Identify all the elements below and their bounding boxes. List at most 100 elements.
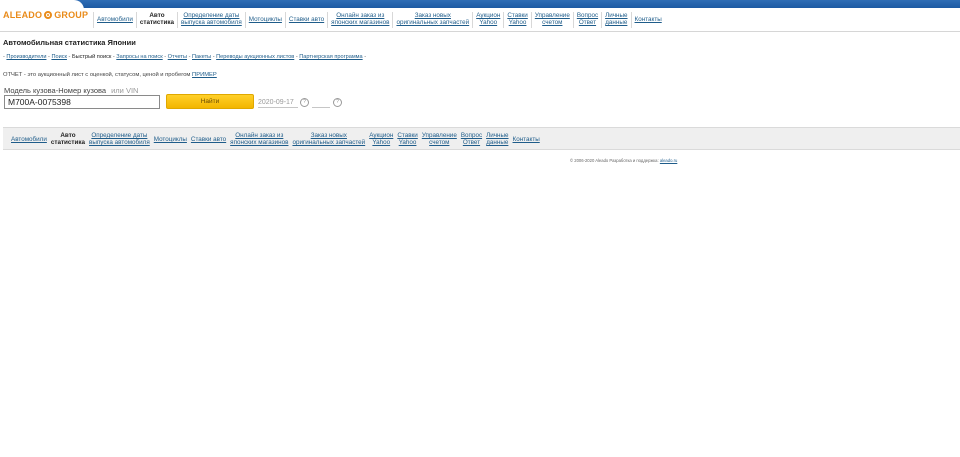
nav-item-japan-shops[interactable]: Онлайн заказ из японских магазинов xyxy=(329,12,391,26)
nav-item-label: Заказ новых xyxy=(414,12,451,19)
nav-separator xyxy=(135,12,137,28)
bottom-nav-contacts[interactable]: Контакты xyxy=(511,132,542,143)
date-field-secondary[interactable] xyxy=(312,98,330,108)
nav-item-label: данные xyxy=(605,19,628,26)
nav-separator xyxy=(177,12,179,28)
breadcrumb-link-search[interactable]: Поиск xyxy=(51,54,67,60)
nav-item-label: статистика xyxy=(50,139,86,146)
nav-item-label: Управление xyxy=(534,12,570,19)
bottom-nav-auto-bids[interactable]: Ставки авто xyxy=(189,132,228,143)
nav-item-label: оригинальных запчастей xyxy=(396,19,470,26)
bottom-nav-items: Автомобили Авто статистика Определение д… xyxy=(9,132,542,146)
nav-item-label: Контакты xyxy=(512,136,540,143)
nav-item-label: данные xyxy=(486,139,509,146)
bottom-nav-yahoo-auction[interactable]: Аукцион Yahoo xyxy=(367,132,395,146)
nav-item-label: Авто xyxy=(60,132,76,139)
nav-item-date-of-manufacture[interactable]: Определение даты выпуска автомобиля xyxy=(179,12,244,26)
bottom-nav-motorcycles[interactable]: Мотоциклы xyxy=(152,132,189,143)
copyright: © 2006-2020 Aleado Разработка и поддержк… xyxy=(570,158,677,163)
search-label-alt: или VIN xyxy=(111,86,139,95)
bottom-nav-date-of-manufacture[interactable]: Определение даты выпуска автомобиля xyxy=(87,132,152,146)
nav-item-new-parts[interactable]: Заказ новых оригинальных запчастей xyxy=(394,12,471,26)
gear-icon xyxy=(44,11,53,19)
nav-item-personal-data[interactable]: Личные данные xyxy=(603,12,629,26)
nav-item-faq[interactable]: Вопрос Ответ xyxy=(575,12,600,26)
nav-item-contacts[interactable]: Контакты xyxy=(633,12,664,23)
nav-separator xyxy=(472,12,474,28)
nav-item-label: выпуска автомобиля xyxy=(181,19,242,26)
nav-item-motorcycles[interactable]: Мотоциклы xyxy=(247,12,284,23)
nav-item-label: японских магазинов xyxy=(331,19,390,26)
nav-item-label: Ставки авто xyxy=(288,16,325,23)
nav-item-label: Ответ xyxy=(578,19,597,26)
nav-separator xyxy=(503,12,505,28)
nav-item-label: Онлайн заказ из xyxy=(235,132,284,139)
copyright-text: © 2006-2020 Aleado Разработка и поддержк… xyxy=(570,158,659,163)
help-icon[interactable]: ? xyxy=(333,98,342,107)
nav-item-label: Yahoo xyxy=(508,19,527,26)
nav-item-label: Заказ новых xyxy=(310,132,347,139)
bottom-nav-automobiles[interactable]: Автомобили xyxy=(9,132,49,143)
nav-item-label: Авто xyxy=(149,12,165,19)
aleado-site-link[interactable]: aleado.ru xyxy=(660,158,677,163)
nav-item-auto-statistics[interactable]: Авто статистика xyxy=(138,12,176,26)
header-blue-stripe xyxy=(0,0,960,8)
nav-separator xyxy=(392,12,394,28)
breadcrumb-link-partner-program[interactable]: Партнерская программа xyxy=(299,54,362,60)
nav-item-label: Личные xyxy=(486,132,509,139)
nav-item-label: Мотоциклы xyxy=(248,16,282,23)
nav-separator xyxy=(530,12,532,28)
report-note-text: ОТЧЕТ - это аукционный лист с оценкой, с… xyxy=(3,72,191,78)
logo-text-left: ALEADO xyxy=(3,10,43,20)
breadcrumb-current-quick-search: Быстрый поиск xyxy=(71,54,112,60)
nav-item-label: Определение даты xyxy=(183,12,240,19)
nav-item-automobiles[interactable]: Автомобили xyxy=(95,12,135,23)
nav-item-label: статистика xyxy=(139,19,175,26)
nav-separator xyxy=(244,12,246,28)
nav-separator xyxy=(630,12,632,28)
nav-item-yahoo-auction[interactable]: Аукцион Yahoo xyxy=(474,12,502,26)
chassis-number-input[interactable]: M700A-0075398 xyxy=(4,95,160,109)
example-link[interactable]: ПРИМЕР xyxy=(192,72,217,78)
nav-item-label: Yahoo xyxy=(479,19,498,26)
report-note: ОТЧЕТ - это аукционный лист с оценкой, с… xyxy=(3,72,217,78)
bottom-nav-auto-statistics[interactable]: Авто статистика xyxy=(49,132,87,146)
breadcrumb-link-packages[interactable]: Пакеты xyxy=(192,54,211,60)
nav-item-label: Определение даты xyxy=(91,132,148,139)
search-field-label: Модель кузова-Номер кузова или VIN xyxy=(4,86,138,95)
nav-item-label: Управление xyxy=(421,132,457,139)
breadcrumb-link-sheet-translations[interactable]: Переводы аукционных листов xyxy=(216,54,294,60)
bottom-nav-new-parts[interactable]: Заказ новых оригинальных запчастей xyxy=(290,132,367,146)
breadcrumb-link-manufacturers[interactable]: Производители xyxy=(6,54,46,60)
bottom-nav-faq[interactable]: Вопрос Ответ xyxy=(459,132,484,146)
bottom-nav-japan-shops[interactable]: Онлайн заказ из японских магазинов xyxy=(228,132,290,146)
nav-separator xyxy=(284,12,286,28)
nav-item-label: Ставки xyxy=(397,132,418,139)
nav-item-label: Аукцион xyxy=(476,12,501,19)
nav-item-label: оригинальных запчастей xyxy=(292,139,366,146)
nav-item-label: Мотоциклы xyxy=(153,136,187,143)
nav-item-label: счетом xyxy=(429,139,450,146)
nav-item-label: Вопрос xyxy=(576,12,599,19)
breadcrumb: - Производители - Поиск - Быстрый поиск … xyxy=(3,54,367,60)
nav-item-account[interactable]: Управление счетом xyxy=(533,12,572,26)
nav-separator xyxy=(327,12,329,28)
aleado-logo[interactable]: ALEADO GROUP xyxy=(3,10,88,20)
nav-item-auto-bids[interactable]: Ставки авто xyxy=(287,12,326,23)
nav-item-yahoo-bids[interactable]: Ставки Yahoo xyxy=(505,12,529,26)
date-field[interactable]: 2020-09-17 xyxy=(258,98,298,108)
breadcrumb-link-search-requests[interactable]: Запросы на поиск xyxy=(116,54,162,60)
nav-item-label: японских магазинов xyxy=(230,139,289,146)
bottom-nav-personal-data[interactable]: Личные данные xyxy=(484,132,510,146)
help-icon[interactable]: ? xyxy=(300,98,309,107)
nav-item-label: Аукцион xyxy=(369,132,394,139)
nav-item-label: Ответ xyxy=(462,139,481,146)
nav-item-label: счетом xyxy=(542,19,563,26)
bottom-nav-yahoo-bids[interactable]: Ставки Yahoo xyxy=(395,132,419,146)
bottom-nav-account[interactable]: Управление счетом xyxy=(420,132,459,146)
nav-item-label: Личные xyxy=(605,12,628,19)
breadcrumb-link-reports[interactable]: Отчеты xyxy=(168,54,187,60)
search-button[interactable]: Найти xyxy=(166,94,254,109)
nav-item-label: Ставки авто xyxy=(190,136,227,143)
nav-item-label: Yahoo xyxy=(372,139,391,146)
